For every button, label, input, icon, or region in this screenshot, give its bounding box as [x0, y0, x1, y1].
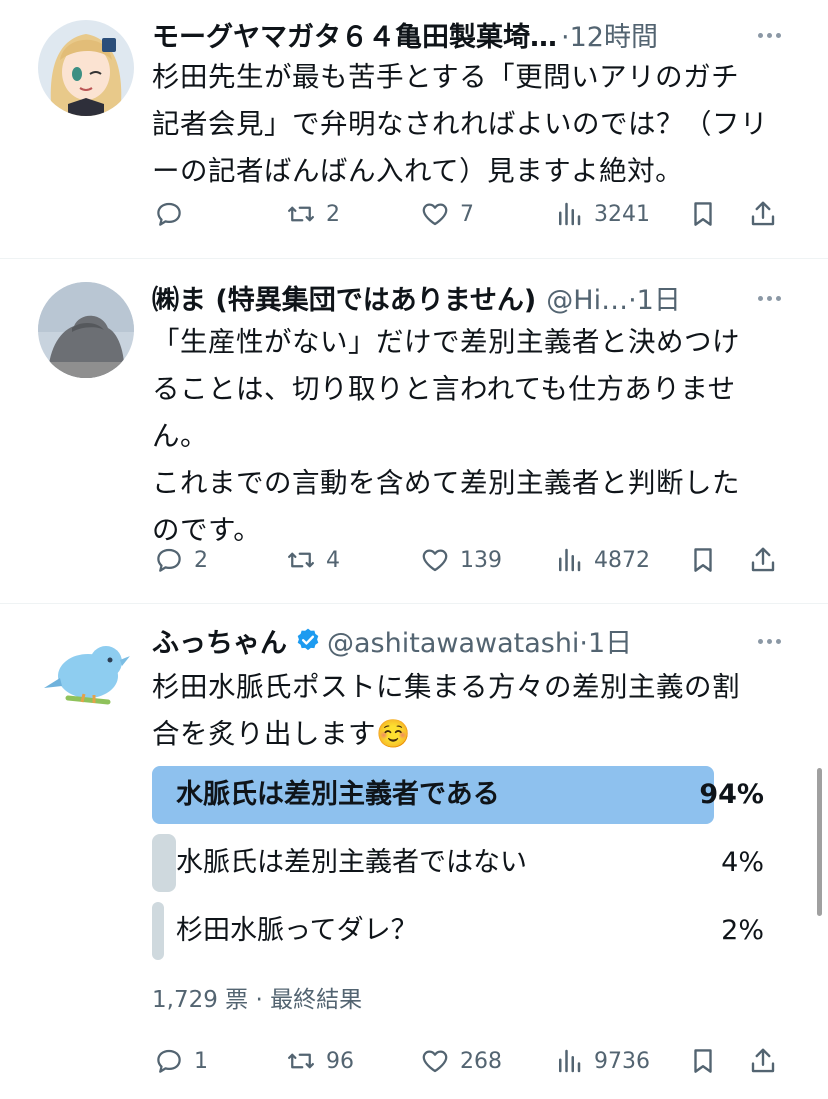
- share-button[interactable]: [748, 194, 778, 234]
- bookmark-button[interactable]: [688, 194, 718, 234]
- tweet-2[interactable]: ㈱ま (特異集団ではありません) @Hi…·1日 「生産性がない」だけで差別主義…: [0, 259, 828, 603]
- tweet-header: ふっちゃん @ashitawawatashi·1日: [152, 620, 768, 660]
- share-icon: [751, 201, 775, 226]
- poll-option: 水脈氏は差別主義者である 94%: [152, 766, 764, 824]
- reply-count: 1: [194, 1048, 208, 1074]
- action-bar: 2 4 139 4872: [152, 540, 788, 580]
- reply-count: 2: [194, 547, 208, 573]
- share-button[interactable]: [748, 540, 778, 580]
- bookmark-button[interactable]: [688, 540, 718, 580]
- reply-button[interactable]: 2: [154, 540, 208, 580]
- retweet-count: 96: [326, 1048, 354, 1074]
- poll-bar: [152, 834, 176, 892]
- avatar[interactable]: [38, 628, 134, 724]
- handle-timestamp[interactable]: @Hi…·1日: [546, 278, 681, 317]
- retweet-icon: [288, 1053, 314, 1069]
- timestamp[interactable]: ·12時間: [561, 15, 658, 54]
- heart-icon: [422, 549, 448, 572]
- retweet-button[interactable]: 2: [286, 194, 340, 234]
- tweet-header: モーグヤマガタ６４亀田製菓埼… ·12時間: [152, 14, 768, 54]
- tweet-text: 杉田水脈氏ポストに集まる方々の差別主義の割 合を炙り出します☺️: [152, 671, 740, 750]
- bookmark-button[interactable]: [688, 1041, 718, 1081]
- poll-option: 杉田水脈ってダレ？ 2%: [152, 902, 764, 960]
- retweet-button[interactable]: 96: [286, 1041, 354, 1081]
- views-icon: [559, 548, 581, 572]
- author-name[interactable]: ふっちゃん: [152, 621, 287, 660]
- like-count: 7: [460, 201, 474, 227]
- retweet-button[interactable]: 4: [286, 540, 340, 580]
- tweet-3[interactable]: ふっちゃん @ashitawawatashi·1日 杉田水脈氏ポストに集まる方々…: [0, 604, 828, 1099]
- tweet-header: ㈱ま (特異集団ではありません) @Hi…·1日: [152, 277, 768, 317]
- reply-button[interactable]: 1: [154, 1041, 208, 1081]
- poll-option-label: 杉田水脈ってダレ？: [176, 915, 418, 946]
- share-icon: [751, 1048, 775, 1073]
- poll-votes: 1,729 票: [152, 987, 249, 1013]
- views-count: 9736: [594, 1048, 650, 1074]
- like-count: 139: [460, 547, 502, 573]
- more-options-icon[interactable]: [754, 283, 784, 313]
- share-button[interactable]: [748, 1041, 778, 1081]
- reply-icon: [157, 548, 181, 572]
- views-icon: [559, 1049, 581, 1073]
- share-icon: [751, 547, 775, 572]
- views-button[interactable]: 4872: [554, 540, 650, 580]
- author-name[interactable]: モーグヤマガタ６４亀田製菓埼…: [152, 15, 557, 54]
- bookmark-icon: [694, 1049, 712, 1073]
- views-count: 4872: [594, 547, 650, 573]
- handle-timestamp[interactable]: @ashitawawatashi·1日: [327, 621, 632, 660]
- more-options-icon[interactable]: [754, 20, 784, 50]
- poll-status: · 最終結果: [255, 987, 363, 1013]
- scrollbar[interactable]: [817, 768, 822, 916]
- more-options-icon[interactable]: [754, 626, 784, 656]
- heart-icon: [422, 203, 448, 226]
- poll-option-percent: 4%: [721, 847, 764, 878]
- like-count: 268: [460, 1048, 502, 1074]
- poll-bar: [152, 902, 164, 960]
- like-button[interactable]: 268: [420, 1041, 502, 1081]
- author-name[interactable]: ㈱ま (特異集団ではありません): [152, 278, 536, 317]
- like-button[interactable]: 139: [420, 540, 502, 580]
- retweet-icon: [288, 206, 314, 222]
- tweet-text: 杉田先生が最も苦手とする「更問いアリのガチ 記者会見」で弁明なされればよいのでは…: [152, 61, 768, 187]
- poll-option-percent: 2%: [721, 915, 764, 946]
- views-button[interactable]: 3241: [554, 194, 650, 234]
- bookmark-icon: [694, 202, 712, 226]
- retweet-icon: [288, 552, 314, 568]
- avatar[interactable]: [38, 20, 134, 116]
- bookmark-icon: [694, 548, 712, 572]
- views-icon: [559, 202, 581, 226]
- poll-option-label: 水脈氏は差別主義者ではない: [176, 847, 527, 878]
- reply-button[interactable]: [154, 194, 194, 234]
- like-button[interactable]: 7: [420, 194, 474, 234]
- reply-icon: [157, 202, 181, 226]
- heart-icon: [422, 1050, 448, 1073]
- avatar[interactable]: [38, 282, 134, 378]
- poll-option-percent: 94%: [699, 779, 764, 810]
- poll-option-label: 水脈氏は差別主義者である: [176, 779, 500, 810]
- retweet-count: 4: [326, 547, 340, 573]
- verified-badge-icon: [297, 628, 319, 651]
- tweet-text: 「生産性がない」だけで差別主義者と決めつけ ることは、切り取りと言われても仕方あ…: [152, 326, 740, 546]
- action-bar: 1 96 268 9736: [152, 1041, 788, 1081]
- reply-icon: [157, 1049, 181, 1073]
- poll-footer: 1,729 票 · 最終結果: [152, 980, 362, 1014]
- retweet-count: 2: [326, 201, 340, 227]
- poll-option: 水脈氏は差別主義者ではない 4%: [152, 834, 764, 892]
- views-count: 3241: [594, 201, 650, 227]
- views-button[interactable]: 9736: [554, 1041, 650, 1081]
- action-bar: 2 7 3241: [152, 194, 788, 234]
- tweet-1[interactable]: モーグヤマガタ６４亀田製菓埼… ·12時間 杉田先生が最も苦手とする「更問いアリ…: [0, 0, 828, 258]
